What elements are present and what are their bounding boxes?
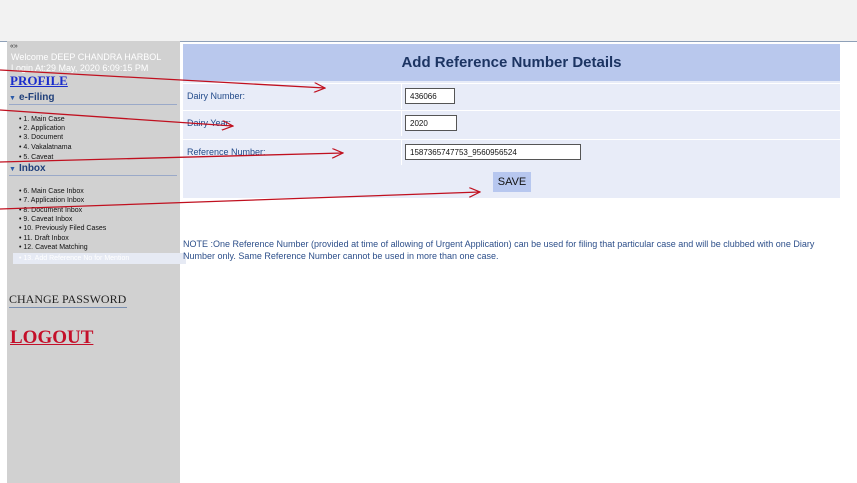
annotation-arrow-diary-year [0,109,233,126]
annotation-arrow-save [0,192,480,210]
annotation-arrows [0,69,857,210]
annotation-arrow-diary-number [0,69,325,88]
annotation-arrow-reference-number [0,153,343,163]
